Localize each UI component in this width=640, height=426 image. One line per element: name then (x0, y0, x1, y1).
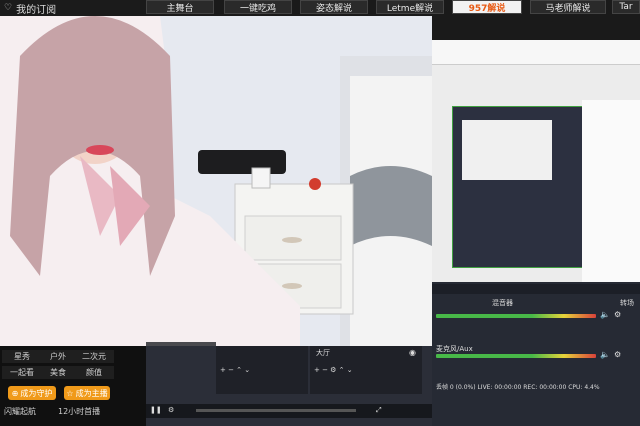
obs-sources-panel: + − ⌃ ⌄ (216, 346, 308, 394)
star-icon: ☆ (66, 388, 74, 398)
follow-button[interactable]: ⊕ 成为守护 (8, 386, 56, 400)
tab-more[interactable]: Tar (612, 0, 640, 14)
fullscreen-icon[interactable]: ⤢ (376, 406, 382, 415)
track-label: 麦克风/Aux (436, 345, 473, 353)
category-anime[interactable]: 二次元 (74, 350, 114, 363)
footer-left-text: 闪耀起航 (4, 407, 36, 416)
gear-icon-2[interactable]: ⚙ (614, 350, 621, 359)
tab-957[interactable]: 957解说 (452, 0, 522, 14)
footer-right-text: 12小时首播 (58, 407, 101, 416)
obs-bottom-panel: + − ⌃ ⌄ 大厅 + − ⚙ ⌃ ⌄ ◉ ❚❚ ⚙ ⤢ (146, 346, 432, 426)
stats-bar: 丢帧 0 (0.0%) LIVE: 00:00:00 REC: 00:00:00… (436, 384, 600, 391)
webcam-video (0, 16, 432, 346)
side-title: 转场 (620, 299, 634, 307)
audio-meter-1 (436, 314, 596, 318)
tab-ma-laoshi[interactable]: 马老师解说 (530, 0, 606, 14)
tab-chicken[interactable]: 一键吃鸡 (224, 0, 292, 14)
speaker-icon[interactable]: 🔈 (600, 310, 610, 319)
category-food[interactable]: 美食 (38, 366, 78, 379)
category-xingxiu[interactable]: 星秀 (2, 350, 42, 363)
become-streamer-button[interactable]: ☆ 成为主播 (64, 386, 110, 400)
category-outdoor[interactable]: 户外 (38, 350, 78, 363)
progress-bar[interactable] (196, 409, 356, 412)
scene-title: 大厅 (316, 349, 330, 357)
settings-icon[interactable]: ⚙ (168, 406, 174, 414)
tab-zitai[interactable]: 姿态解说 (300, 0, 368, 14)
obs-scenes-panel: 大厅 + − ⚙ ⌃ ⌄ ◉ (310, 346, 422, 394)
mixer-title: 混音器 (492, 299, 513, 307)
subscription-bar[interactable]: ♡ 我的订阅 (0, 0, 140, 16)
scene-controls[interactable]: + − ⚙ ⌃ ⌄ (314, 366, 353, 374)
webcam-scene (0, 16, 432, 346)
speaker-icon-2[interactable]: 🔈 (600, 350, 610, 359)
tab-main-stage[interactable]: 主舞台 (146, 0, 214, 14)
category-watch-together[interactable]: 一起看 (2, 366, 42, 379)
gear-icon[interactable]: ⚙ (614, 310, 621, 319)
plus-icon: ⊕ (11, 388, 19, 398)
subscription-label: 我的订阅 (16, 4, 57, 16)
audio-meter-2 (436, 354, 596, 358)
eye-icon[interactable]: ◉ (409, 348, 416, 357)
category-looks[interactable]: 颜值 (74, 366, 114, 379)
tab-letme[interactable]: Letme解说 (376, 0, 444, 14)
left-control-panel: 星秀 户外 二次元 一起看 美食 颜值 ⊕ 成为守护 ☆ 成为主播 闪耀起航 1… (0, 346, 146, 426)
player-controls: ❚❚ ⚙ ⤢ (146, 404, 432, 418)
obs-mixer: 混音器 转场 🔈 ⚙ 麦克风/Aux 🔈 ⚙ 丢帧 0 (0.0%) LIVE:… (432, 282, 640, 426)
pause-icon[interactable]: ❚❚ (150, 406, 162, 414)
heart-icon: ♡ (4, 3, 13, 13)
